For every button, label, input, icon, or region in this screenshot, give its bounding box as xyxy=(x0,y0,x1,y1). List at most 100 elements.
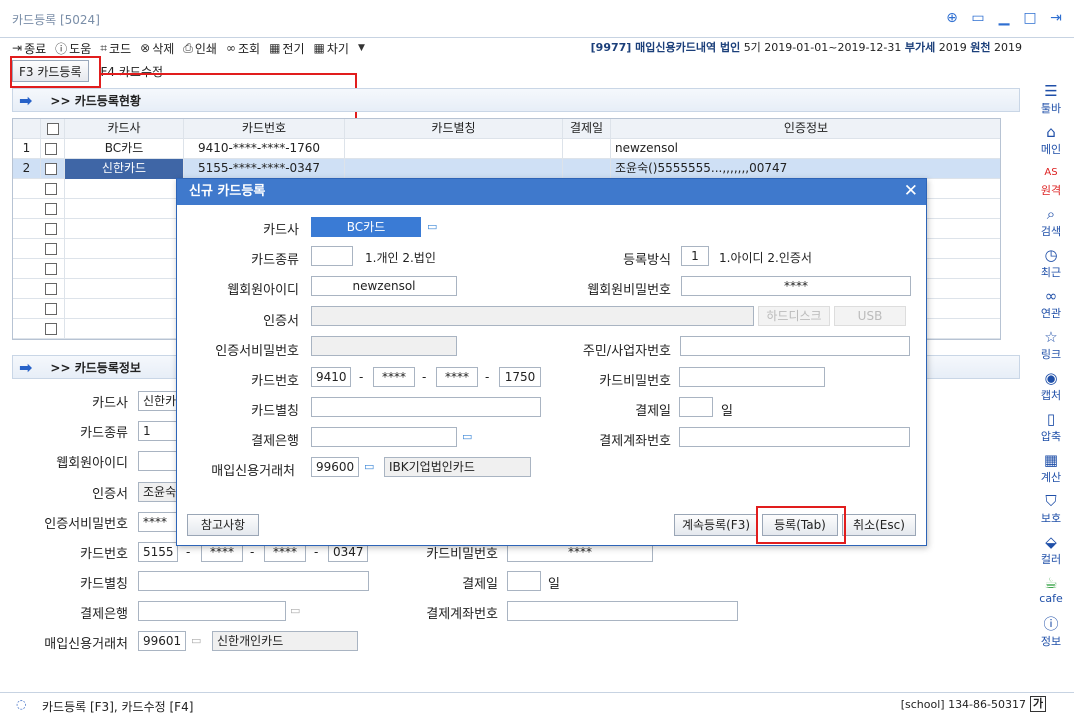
info-certpw-field[interactable]: **** xyxy=(138,512,178,532)
row-checkbox[interactable] xyxy=(45,282,57,295)
dialog-card-number-3[interactable]: **** xyxy=(436,367,478,387)
sidebar-item-protect[interactable]: ⛉ 보호 xyxy=(1028,492,1074,526)
dialog-bank-field[interactable] xyxy=(311,427,457,447)
sidebar-item-calculator[interactable]: ▦ 계산 xyxy=(1028,451,1074,485)
header-alias[interactable]: 카드별칭 xyxy=(345,119,563,139)
header-number[interactable]: 카드번호 xyxy=(184,119,345,139)
sidebar-item-info[interactable]: ⓘ 정보 xyxy=(1028,615,1074,649)
dialog-cardpw-field[interactable] xyxy=(679,367,825,387)
sidebar-item-capture[interactable]: ◉ 캡처 xyxy=(1028,369,1074,403)
harddisk-button[interactable]: 하드디스크 xyxy=(758,306,830,326)
info-company-field[interactable]: 신한카드 xyxy=(138,391,178,411)
dialog-certpw-field[interactable] xyxy=(311,336,457,356)
dialog-webpw-field[interactable]: **** xyxy=(681,276,911,296)
dialog-type-field[interactable] xyxy=(311,246,353,266)
remote-icon: AS xyxy=(1044,167,1058,178)
info-alias-field[interactable] xyxy=(138,571,369,591)
sidebar-item-compress[interactable]: ▯ 압축 xyxy=(1028,410,1074,444)
sidebar-item-search[interactable]: ⌕ 검색 xyxy=(1028,205,1074,239)
info-vendor-code[interactable]: 99601 xyxy=(138,631,186,651)
register-button[interactable]: 등록(Tab) xyxy=(762,514,838,536)
info-icon: ⓘ xyxy=(1043,615,1059,633)
chat-lookup-icon[interactable]: ▭ xyxy=(462,430,478,444)
header-auth[interactable]: 인증정보 xyxy=(611,119,1000,139)
print-button[interactable]: ⎙ 인쇄 xyxy=(183,40,217,57)
new-card-dialog: 신규 카드등록 ✕ 카드사 BC카드 ▭ 카드종류 1.개인 2.법인 등록방식… xyxy=(176,178,927,546)
header-payday[interactable]: 결제일 xyxy=(563,119,611,139)
sidebar-item-main[interactable]: ⌂ 메인 xyxy=(1028,123,1074,157)
dialog-account-field[interactable] xyxy=(679,427,910,447)
delete-button[interactable]: ⊗ 삭제 xyxy=(140,40,174,57)
more-dropdown[interactable]: ▼ xyxy=(358,43,365,53)
tab-card-register[interactable]: F3 카드등록 xyxy=(12,60,89,82)
select-all-checkbox[interactable] xyxy=(46,122,59,135)
exit-button[interactable]: ⇥ 종료 xyxy=(12,40,46,57)
chat-lookup-icon[interactable]: ▭ xyxy=(427,220,443,234)
row-checkbox[interactable] xyxy=(45,182,57,195)
chat-lookup-icon[interactable]: ▭ xyxy=(364,460,380,474)
dialog-method-field[interactable]: 1 xyxy=(681,246,709,266)
sidebar-item-remote[interactable]: AS 원격 xyxy=(1028,164,1074,198)
info-account-field[interactable] xyxy=(507,601,738,621)
sidebar-item-toolbar[interactable]: ☰ 툴바 xyxy=(1028,82,1074,116)
header-company[interactable]: 카드사 xyxy=(65,119,184,139)
row-checkbox[interactable] xyxy=(45,322,57,335)
row-checkbox[interactable] xyxy=(45,262,57,275)
right-sidebar: ☰ 툴바 ⌂ 메인 AS 원격 ⌕ 검색 ◷ 최근 ∞ 연관 ☆ 링크 ◉ 캡처 ▯ 압축 ▦ 계산… xyxy=(1028,72,1074,692)
sidebar-item-related[interactable]: ∞ 연관 xyxy=(1028,287,1074,321)
row-checkbox[interactable] xyxy=(45,202,57,215)
code-button[interactable]: ⌗ 코드 xyxy=(100,40,131,57)
sidebar-item-color[interactable]: ⬙ 컬러 xyxy=(1028,533,1074,567)
chat-lookup-icon[interactable]: ▭ xyxy=(290,604,306,618)
folder-icon[interactable]: ▭ xyxy=(970,10,986,26)
prev-button[interactable]: ▦ 전기 xyxy=(269,40,304,57)
minimize-icon[interactable]: ▁ xyxy=(996,10,1012,26)
close-icon[interactable]: ✕ xyxy=(904,181,918,201)
help-button[interactable]: ⓘ 도움 xyxy=(55,40,91,57)
row-checkbox[interactable] xyxy=(45,162,57,175)
usb-button[interactable]: USB xyxy=(834,306,906,326)
dialog-alias-field[interactable] xyxy=(311,397,541,417)
binoculars-icon: ∞ xyxy=(225,41,236,55)
zip-icon: ▯ xyxy=(1046,410,1056,428)
star-icon: ☆ xyxy=(1044,328,1058,346)
paint-bucket-icon: ⬙ xyxy=(1045,533,1057,551)
ime-indicator[interactable]: 가 xyxy=(1030,696,1046,712)
dialog-card-number-4[interactable]: 1750 xyxy=(499,367,541,387)
dialog-rrn-field[interactable] xyxy=(680,336,910,356)
info-payday-field[interactable] xyxy=(507,571,541,591)
window-titlebar: 카드등록 [5024] ⊕ ▭ ▁ □ ⇥ xyxy=(0,0,1074,38)
dialog-card-number-2[interactable]: **** xyxy=(373,367,415,387)
dialog-webid-field[interactable]: newzensol xyxy=(311,276,457,296)
table-row[interactable]: 2 신한카드 5155-****-****-0347 조윤숙()5555555.… xyxy=(13,159,1000,179)
row-checkbox[interactable] xyxy=(45,142,57,155)
chat-lookup-icon[interactable]: ▭ xyxy=(191,634,207,648)
info-cert-field[interactable]: 조윤숙 xyxy=(138,482,178,502)
next-button[interactable]: ▦ 차기 xyxy=(314,40,349,57)
info-webid-field[interactable] xyxy=(138,451,178,471)
dialog-card-number-1[interactable]: 9410 xyxy=(311,367,351,387)
dialog-company-field[interactable]: BC카드 xyxy=(311,217,421,237)
notes-button[interactable]: 참고사항 xyxy=(187,514,259,536)
info-bank-field[interactable] xyxy=(138,601,286,621)
dialog-vendor-code[interactable]: 99600 xyxy=(311,457,359,477)
info-card-number-1[interactable]: 5155 xyxy=(138,542,178,562)
sidebar-item-link[interactable]: ☆ 링크 xyxy=(1028,328,1074,362)
cancel-button[interactable]: 취소(Esc) xyxy=(842,514,916,536)
maximize-icon[interactable]: □ xyxy=(1022,10,1038,26)
sidebar-item-cafe[interactable]: ☕ cafe xyxy=(1028,574,1074,605)
row-checkbox[interactable] xyxy=(45,242,57,255)
row-checkbox[interactable] xyxy=(45,222,57,235)
company-name: [9977] 매입신용카드내역 법인 xyxy=(590,41,741,54)
table-row[interactable]: 1 BC카드 9410-****-****-1760 newzensol xyxy=(13,139,1000,159)
exit-icon[interactable]: ⇥ xyxy=(1048,10,1064,26)
exit-icon: ⇥ xyxy=(12,41,23,55)
zoom-icon[interactable]: ⊕ xyxy=(944,10,960,26)
info-type-field[interactable]: 1 xyxy=(138,421,178,441)
calculator-icon: ▦ xyxy=(1043,451,1059,469)
sidebar-item-recent[interactable]: ◷ 최근 xyxy=(1028,246,1074,280)
search-button[interactable]: ∞ 조회 xyxy=(226,40,260,57)
continue-register-button[interactable]: 계속등록(F3) xyxy=(674,514,758,536)
row-checkbox[interactable] xyxy=(45,302,57,315)
dialog-payday-field[interactable] xyxy=(679,397,713,417)
